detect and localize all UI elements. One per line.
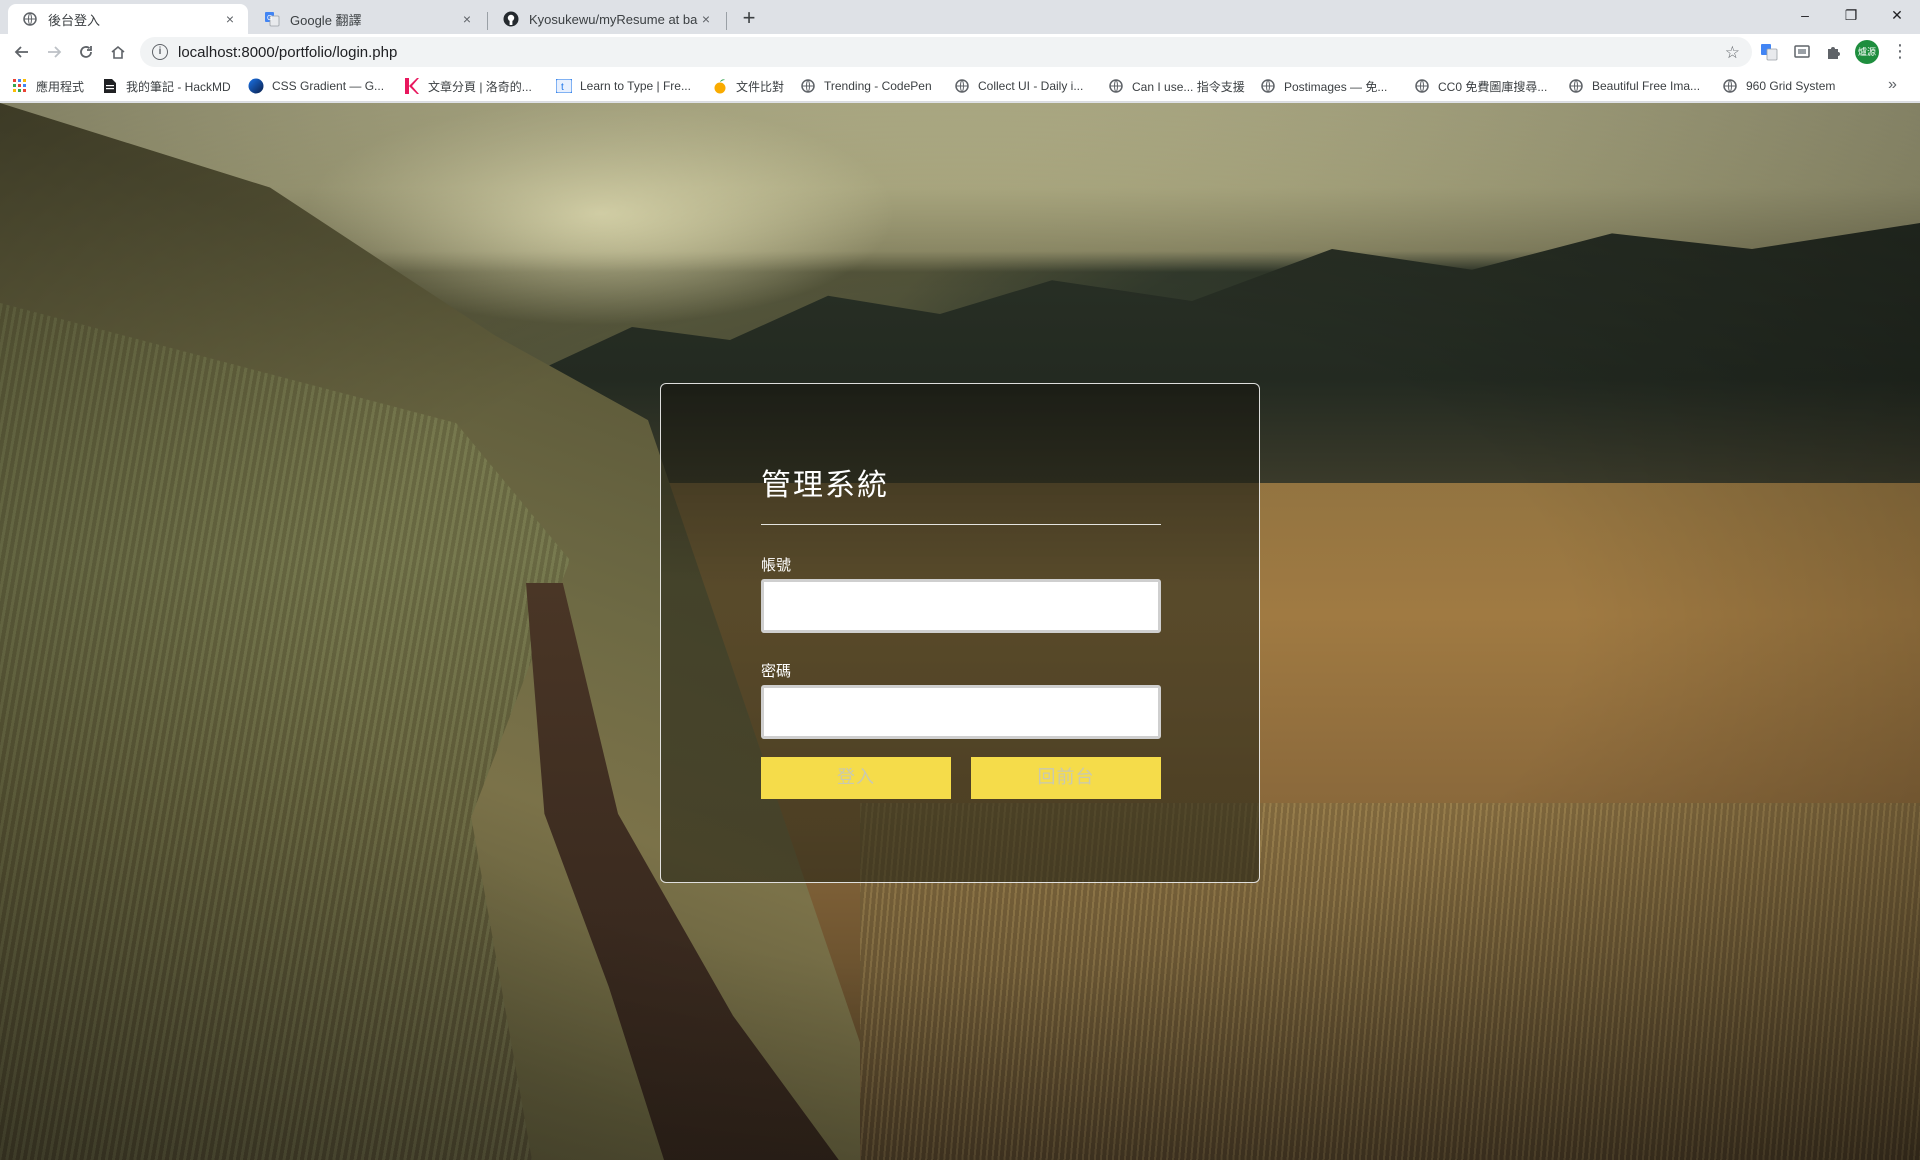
bookmark-label: Beautiful Free Ima... xyxy=(1592,79,1701,93)
back-button[interactable] xyxy=(8,38,36,66)
bookmark-label: Postimages — 免... xyxy=(1284,79,1388,94)
css-gradient-icon xyxy=(248,78,264,94)
bookmark-label: 我的筆記 - HackMD xyxy=(126,79,231,94)
tab-github[interactable]: Kyosukewu/myResume at back × xyxy=(489,4,724,34)
bookmark-codepen[interactable]: Trending - CodePen xyxy=(800,77,932,95)
bookmark-can-i-use[interactable]: Can I use... 指令支援 xyxy=(1108,77,1245,95)
bookmark-star-icon[interactable]: ☆ xyxy=(1725,43,1740,63)
keyboard-icon: t xyxy=(556,78,572,94)
browser-menu-icon[interactable]: ⋮ xyxy=(1888,40,1912,64)
svg-text:t: t xyxy=(561,82,564,93)
tab-title: Kyosukewu/myResume at back xyxy=(529,11,698,27)
reload-icon xyxy=(80,46,92,58)
arrow-left-icon xyxy=(14,46,28,58)
browser-toolbar: i localhost:8000/portfolio/login.php ☆ 爐… xyxy=(0,34,1920,70)
forward-button[interactable] xyxy=(40,38,68,66)
password-label: 密碼 xyxy=(761,662,792,680)
bookmark-label: Can I use... 指令支援 xyxy=(1132,79,1245,94)
tab-title: 後台登入 xyxy=(48,12,101,28)
translate-extension-icon[interactable] xyxy=(1757,40,1781,64)
globe-icon xyxy=(1108,78,1124,94)
google-translate-icon: G xyxy=(264,11,280,27)
tab-separator xyxy=(726,12,727,30)
back-to-frontend-button[interactable]: 回前台 xyxy=(971,757,1161,799)
tab-close-icon[interactable]: × xyxy=(459,11,475,27)
globe-icon xyxy=(1722,78,1738,94)
bookmark-label: CC0 免費圖庫搜尋... xyxy=(1438,79,1548,94)
github-icon xyxy=(503,11,519,27)
home-icon xyxy=(111,45,125,59)
bookmark-label: Collect UI - Daily i... xyxy=(978,79,1084,93)
bookmark-collect-ui[interactable]: Collect UI - Daily i... xyxy=(954,77,1083,95)
fruit-icon xyxy=(712,78,728,94)
globe-icon xyxy=(800,78,816,94)
login-button[interactable]: 登入 xyxy=(761,757,951,799)
svg-text:G: G xyxy=(267,15,272,22)
bookmark-postimages[interactable]: Postimages — 免... xyxy=(1260,77,1387,95)
apps-grid-icon xyxy=(12,78,28,94)
login-title: 管理系統 xyxy=(761,468,889,503)
close-window-button[interactable]: ✕ xyxy=(1874,0,1920,30)
bookmarks-overflow-icon[interactable]: » xyxy=(1888,76,1897,94)
puzzle-extensions-icon[interactable] xyxy=(1822,40,1846,64)
tab-login[interactable]: 後台登入 × xyxy=(8,4,248,34)
tab-separator xyxy=(487,12,488,30)
restore-button[interactable]: ❐ xyxy=(1828,0,1874,30)
address-bar[interactable]: i localhost:8000/portfolio/login.php ☆ xyxy=(140,37,1752,67)
arrow-right-icon xyxy=(48,46,62,58)
globe-icon xyxy=(22,11,38,27)
bookmark-learn-to-type[interactable]: t Learn to Type | Fre... xyxy=(556,77,691,95)
bookmark-beautiful-free-images[interactable]: Beautiful Free Ima... xyxy=(1568,77,1700,95)
bookmark-apps[interactable]: 應用程式 xyxy=(12,77,84,95)
tab-close-icon[interactable]: × xyxy=(222,11,238,27)
password-input[interactable] xyxy=(761,685,1161,739)
username-label: 帳號 xyxy=(761,556,792,574)
profile-avatar[interactable]: 爐源 xyxy=(1855,40,1879,64)
globe-icon xyxy=(1414,78,1430,94)
bookmark-file-compare[interactable]: 文件比對 xyxy=(712,77,784,95)
url-text[interactable]: localhost:8000/portfolio/login.php xyxy=(178,44,397,61)
title-divider xyxy=(761,524,1161,525)
bookmark-label: 960 Grid System xyxy=(1746,79,1836,93)
home-button[interactable] xyxy=(104,38,132,66)
bookmark-960-grid[interactable]: 960 Grid System xyxy=(1722,77,1835,95)
tab-close-icon[interactable]: × xyxy=(698,11,714,27)
bookmark-label: CSS Gradient — G... xyxy=(272,79,385,93)
site-info-icon[interactable]: i xyxy=(152,44,168,60)
bookmark-cc0-search[interactable]: CC0 免費圖庫搜尋... xyxy=(1414,77,1547,95)
bookmarks-bar: 應用程式 我的筆記 - HackMD CSS Gradient — G... 文… xyxy=(0,70,1920,102)
bookmark-label: Learn to Type | Fre... xyxy=(580,79,691,93)
bookmark-label: 文件比對 xyxy=(736,79,785,94)
bookmark-articles[interactable]: 文章分頁 | 洛奇的... xyxy=(404,77,532,95)
tab-google-translate[interactable]: G Google 翻譯 × xyxy=(250,4,485,34)
minimize-button[interactable]: – xyxy=(1782,0,1828,30)
page-viewport: 管理系統 帳號 密碼 登入 回前台 xyxy=(0,103,1920,1160)
login-panel: 管理系統 帳號 密碼 登入 回前台 xyxy=(660,383,1260,883)
bookmark-label: 文章分頁 | 洛奇的... xyxy=(428,79,532,94)
tab-strip: 後台登入 × G Google 翻譯 × Kyosukewu/myResume … xyxy=(0,0,1920,34)
k-logo-icon xyxy=(404,78,420,94)
reload-button[interactable] xyxy=(72,38,100,66)
document-icon xyxy=(102,78,118,94)
tab-title: Google 翻譯 xyxy=(290,12,362,28)
cast-extension-icon[interactable] xyxy=(1790,40,1814,64)
username-input[interactable] xyxy=(761,579,1161,633)
globe-icon xyxy=(1260,78,1276,94)
bookmark-css-gradient[interactable]: CSS Gradient — G... xyxy=(248,77,384,95)
globe-icon xyxy=(1568,78,1584,94)
bookmark-label: 應用程式 xyxy=(36,79,85,94)
new-tab-button[interactable]: + xyxy=(736,6,762,32)
bookmark-hackmd[interactable]: 我的筆記 - HackMD xyxy=(102,77,231,95)
globe-icon xyxy=(954,78,970,94)
bookmark-label: Trending - CodePen xyxy=(824,79,932,93)
